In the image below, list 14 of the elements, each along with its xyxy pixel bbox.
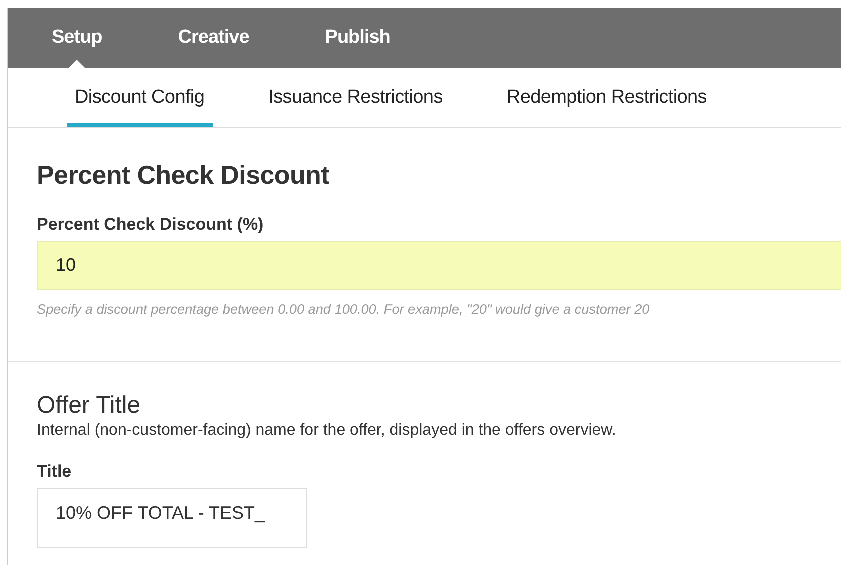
- nav-tab[interactable]: Publish: [325, 8, 390, 68]
- section-heading: Percent Check Discount: [37, 160, 330, 191]
- section-heading: Offer Title: [37, 392, 142, 420]
- nav-tab[interactable]: Setup: [52, 8, 102, 68]
- field-label: Title: [37, 462, 73, 482]
- sub-tab[interactable]: Issuance Restrictions: [260, 68, 451, 127]
- discount-input-field[interactable]: 10: [37, 241, 841, 290]
- hint-text: Specify a discount percentage between 0.00 and 100.00. For example, "20" would give a customer 20: [37, 302, 651, 317]
- field-label: Percent Check Discount (%): [37, 215, 265, 235]
- sub-tab[interactable]: Discount Config: [67, 68, 213, 127]
- sub-tab[interactable]: Redemption Restrictions: [498, 68, 715, 127]
- description-text: Internal (non-customer-facing) name for the offer, displayed in the offers overview.: [37, 422, 618, 440]
- nav-tab[interactable]: Creative: [178, 8, 250, 68]
- title-input-field[interactable]: 10% OFF TOTAL - TEST_: [37, 488, 307, 548]
